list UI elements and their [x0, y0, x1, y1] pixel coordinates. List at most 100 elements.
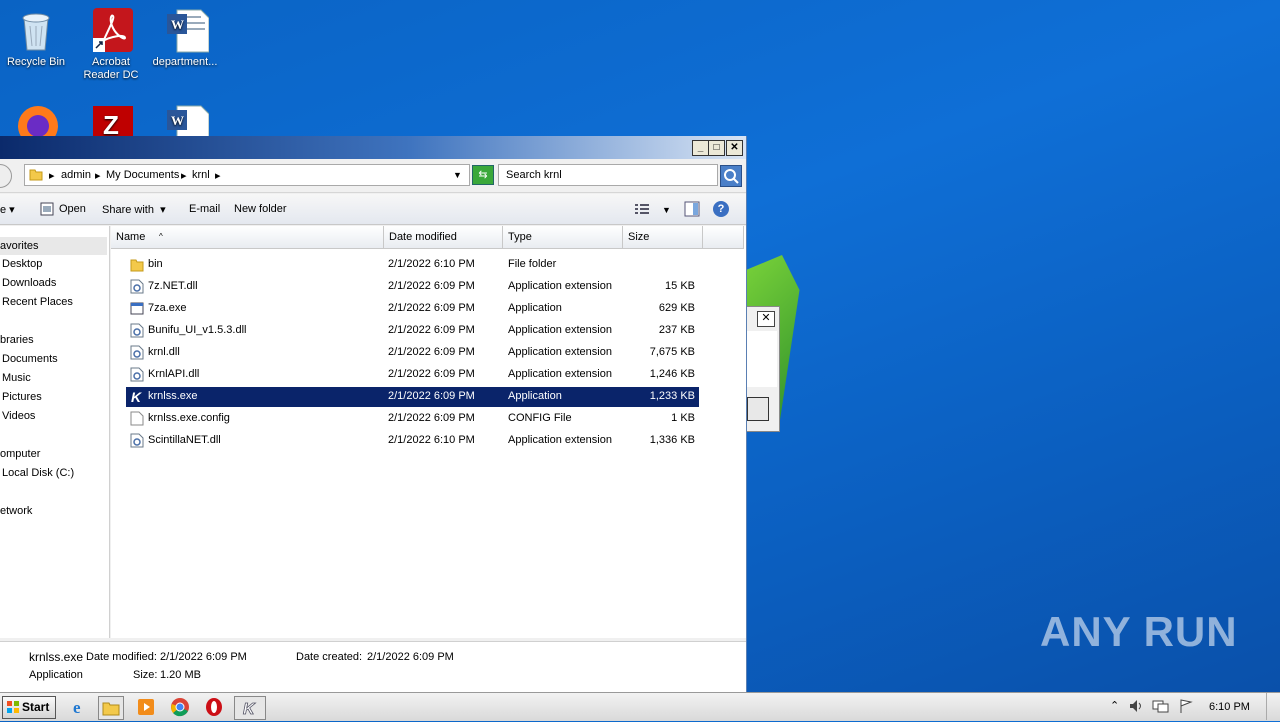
breadcrumb-arrow[interactable]: ▸	[215, 169, 221, 182]
column-header-date[interactable]: Date modified	[384, 226, 503, 249]
details-created-label: Date created:	[296, 651, 363, 663]
details-modified-label: Date modified:	[86, 651, 157, 663]
explorer-window: _ □ ✕ ▸ admin ▸ My Documents ▸ krnl ▸ ▼ …	[0, 136, 747, 693]
file-size: 1,233 KB	[649, 390, 695, 402]
desktop-icon-label: Acrobat Reader DC	[83, 56, 139, 81]
maximize-button[interactable]: □	[708, 140, 725, 156]
chrome-icon[interactable]	[168, 696, 192, 718]
back-button[interactable]	[0, 164, 12, 188]
file-date: 2/1/2022 6:10 PM	[388, 258, 475, 270]
close-icon[interactable]: ✕	[757, 311, 775, 327]
nav-desktop[interactable]: Desktop	[2, 258, 42, 270]
file-type: Application	[508, 302, 562, 314]
nav-favorites[interactable]: avorites	[0, 237, 107, 255]
file-name: bin	[148, 258, 163, 270]
breadcrumb-admin[interactable]: admin	[61, 169, 91, 181]
breadcrumb-my-documents[interactable]: My Documents	[106, 169, 179, 181]
chevron-down-icon[interactable]: ▼	[453, 170, 462, 180]
krnl-taskbar-icon[interactable]: K	[234, 696, 266, 720]
recycle-bin-icon	[16, 8, 56, 52]
details-pane: krnlss.exe Date modified: 2/1/2022 6:09 …	[0, 641, 746, 693]
nav-downloads[interactable]: Downloads	[2, 277, 56, 289]
breadcrumb-arrow[interactable]: ▸	[181, 169, 187, 182]
nav-pictures[interactable]: Pictures	[2, 391, 42, 403]
file-name: 7za.exe	[148, 302, 187, 314]
nav-local-disk[interactable]: Local Disk (C:)	[2, 467, 74, 479]
breadcrumb-krnl[interactable]: krnl	[192, 169, 210, 181]
nav-recent-places[interactable]: Recent Places	[2, 296, 73, 308]
file-name: krnl.dll	[148, 346, 180, 358]
dll-icon	[130, 279, 144, 294]
explorer-taskbar-icon[interactable]	[98, 696, 124, 720]
file-type: Application	[508, 390, 562, 402]
file-row[interactable]: krnlss.exe.config 2/1/2022 6:09 PM CONFIG …	[126, 409, 699, 429]
folder-icon	[130, 257, 144, 272]
file-type: CONFIG File	[508, 412, 572, 424]
krnl-icon: K	[130, 389, 143, 405]
file-date: 2/1/2022 6:09 PM	[388, 368, 475, 380]
nav-computer[interactable]: omputer	[0, 448, 40, 460]
svg-text:W: W	[171, 113, 184, 128]
desktop-icon-acrobat[interactable]: Acrobat Reader DC	[76, 8, 146, 82]
view-options-icon[interactable]	[634, 202, 650, 219]
nav-documents[interactable]: Documents	[2, 353, 58, 365]
nav-videos[interactable]: Videos	[2, 410, 35, 422]
word-document-icon: W	[165, 8, 210, 53]
organize-button[interactable]: e ▾	[0, 203, 15, 216]
desktop-icon-word-doc[interactable]: W department...	[150, 8, 220, 69]
file-row[interactable]: 7za.exe 2/1/2022 6:09 PM Application 629 KB	[126, 299, 699, 319]
file-size: 1 KB	[671, 412, 695, 424]
preview-pane-icon[interactable]	[684, 201, 700, 220]
file-row[interactable]: ScintillaNET.dll 2/1/2022 6:10 PM Applicat…	[126, 431, 699, 451]
refresh-button[interactable]: ⇆	[472, 165, 494, 185]
file-type: Application extension	[508, 434, 612, 446]
file-size: 15 KB	[665, 280, 695, 292]
title-bar[interactable]: _ □ ✕	[0, 136, 746, 159]
file-row[interactable]: bin 2/1/2022 6:10 PM File folder	[126, 255, 699, 275]
share-with-button[interactable]: Share with ▾	[102, 203, 166, 216]
show-desktop-button[interactable]	[1266, 693, 1279, 720]
start-button[interactable]: Start	[2, 696, 56, 719]
file-size: 237 KB	[658, 324, 695, 336]
file-row[interactable]: 7z.NET.dll 2/1/2022 6:09 PM Application ex…	[126, 277, 699, 297]
breadcrumb-arrow[interactable]: ▸	[95, 169, 101, 182]
opera-icon[interactable]	[202, 696, 226, 718]
dialog-button[interactable]	[747, 397, 769, 421]
help-icon[interactable]: ?	[713, 201, 729, 217]
new-folder-button[interactable]: New folder	[234, 203, 287, 215]
minimize-button[interactable]: _	[692, 140, 709, 156]
clock[interactable]: 6:10 PM	[1209, 701, 1250, 713]
nav-libraries[interactable]: braries	[0, 334, 34, 346]
email-button[interactable]: E-mail	[189, 203, 220, 215]
tray-expand-icon[interactable]: ⌃	[1110, 699, 1119, 712]
search-icon[interactable]	[720, 165, 742, 187]
media-player-icon[interactable]	[134, 696, 158, 718]
volume-icon[interactable]	[1128, 698, 1144, 717]
nav-music[interactable]: Music	[2, 372, 31, 384]
open-button[interactable]: Open	[59, 203, 86, 215]
close-button[interactable]: ✕	[726, 140, 743, 156]
file-name: krnlss.exe.config	[148, 412, 230, 424]
file-row[interactable]: Kkrnlss.exe 2/1/2022 6:09 PM Application 1,…	[126, 387, 699, 407]
column-header-type[interactable]: Type	[503, 226, 623, 249]
sort-arrow-icon: ^	[159, 232, 163, 241]
nav-network[interactable]: etwork	[0, 505, 32, 517]
file-row[interactable]: krnl.dll 2/1/2022 6:09 PM Application exte…	[126, 343, 699, 363]
action-center-flag-icon[interactable]	[1178, 698, 1194, 717]
ie-icon[interactable]: e	[68, 696, 92, 718]
search-input[interactable]: Search krnl	[498, 164, 718, 186]
network-icon[interactable]	[1152, 698, 1170, 717]
file-row[interactable]: KrnlAPI.dll 2/1/2022 6:09 PM Application e…	[126, 365, 699, 385]
breadcrumb-arrow[interactable]: ▸	[49, 169, 55, 182]
exe-icon	[130, 301, 144, 316]
file-row[interactable]: Bunifu_UI_v1.5.3.dll 2/1/2022 6:09 PM Appl…	[126, 321, 699, 341]
column-header-name[interactable]: Name ^	[111, 226, 384, 249]
details-size-value: 1.20 MB	[160, 669, 201, 681]
desktop-icon-recycle-bin[interactable]: Recycle Bin	[1, 8, 71, 69]
address-bar[interactable]: ▸ admin ▸ My Documents ▸ krnl ▸ ▼	[24, 164, 470, 186]
file-list: Name ^ Date modified Type Size bin 2/1/20…	[111, 226, 746, 638]
command-bar: e ▾ Open Share with ▾ E-mail New folder …	[0, 194, 746, 225]
chevron-down-icon[interactable]: ▼	[662, 205, 671, 215]
file-icon	[130, 411, 144, 426]
column-header-size[interactable]: Size	[623, 226, 703, 249]
